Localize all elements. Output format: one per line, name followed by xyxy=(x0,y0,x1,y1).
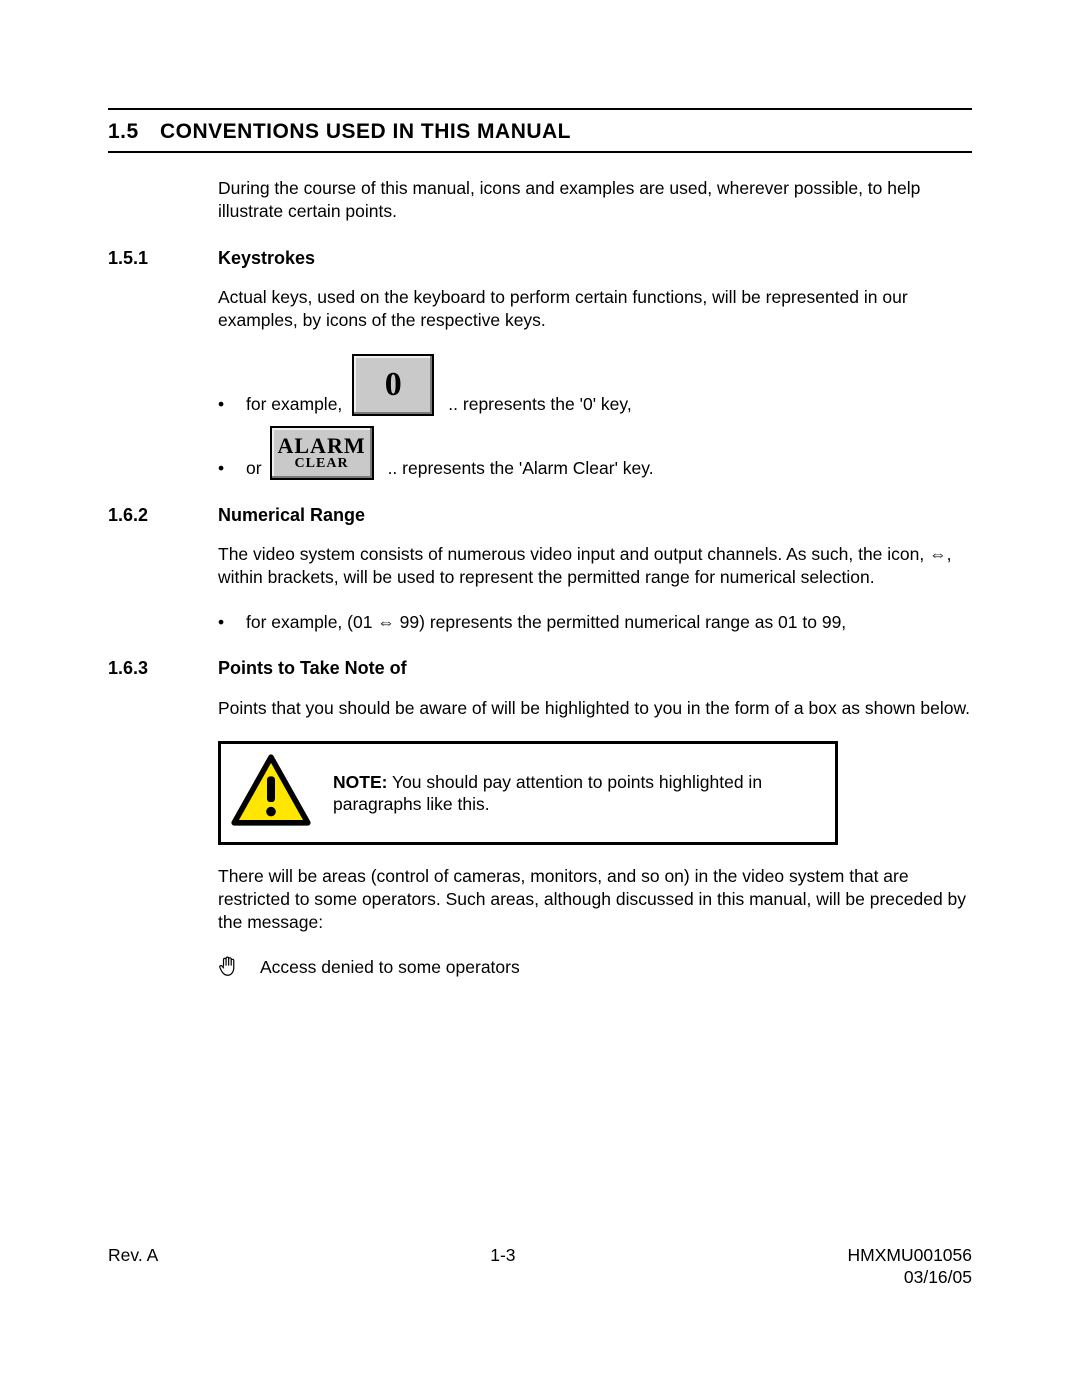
subsection-title: Keystrokes xyxy=(218,247,315,270)
stop-hand-icon xyxy=(218,955,240,979)
rule-bottom xyxy=(108,151,972,153)
access-denied-row: Access denied to some operators xyxy=(218,955,972,979)
footer-doc: HMXMU001056 xyxy=(848,1245,973,1265)
section-intro: During the course of this manual, icons … xyxy=(218,177,972,223)
note-body: You should pay attention to points highl… xyxy=(333,772,762,815)
note-box: NOTE: You should pay attention to points… xyxy=(218,741,838,845)
section-number: 1.5 xyxy=(108,118,160,145)
bullet-text-pre: for example, xyxy=(246,393,342,416)
subsection-number: 1.5.1 xyxy=(108,247,218,270)
bullet-icon: • xyxy=(218,611,246,634)
list-item: • for example, 0 .. represents the '0' k… xyxy=(218,354,972,416)
page: 1.5 CONVENTIONS USED IN THIS MANUAL Duri… xyxy=(0,0,1080,1397)
bullet-icon: • xyxy=(218,457,246,480)
subsection-title: Points to Take Note of xyxy=(218,657,407,680)
bullet-text-post: .. represents the '0' key, xyxy=(448,393,631,416)
bullet-icon: • xyxy=(218,393,246,416)
list-item: • for example, (01 ⇔ 99) represents the … xyxy=(218,611,972,634)
access-denied-text: Access denied to some operators xyxy=(260,956,520,979)
subsection-number: 1.6.3 xyxy=(108,657,218,680)
subsection-heading: 1.6.3 Points to Take Note of xyxy=(108,657,972,680)
after-note-para: There will be areas (control of cameras,… xyxy=(218,865,972,933)
subsection-title: Numerical Range xyxy=(218,504,365,527)
subsection-number: 1.6.2 xyxy=(108,504,218,527)
footer-center: 1-3 xyxy=(490,1244,515,1290)
zero-key-icon: 0 xyxy=(352,354,434,416)
bullet-text-pre: or xyxy=(246,457,262,480)
section-title: CONVENTIONS USED IN THIS MANUAL xyxy=(160,118,571,145)
subsection-heading: 1.5.1 Keystrokes xyxy=(108,247,972,270)
subsection-heading: 1.6.2 Numerical Range xyxy=(108,504,972,527)
subsection-para: The video system consists of numerous vi… xyxy=(218,543,972,589)
footer-right: HMXMU001056 03/16/05 xyxy=(848,1244,973,1290)
note-text: NOTE: You should pay attention to points… xyxy=(333,771,817,817)
rule-top xyxy=(108,108,972,110)
bullet-list: • for example, (01 ⇔ 99) represents the … xyxy=(218,611,972,634)
note-label: NOTE: xyxy=(333,772,387,792)
bullet-list: • for example, 0 .. represents the '0' k… xyxy=(218,354,972,480)
list-item: • or ALARM CLEAR .. represents the 'Alar… xyxy=(218,426,972,480)
footer-date: 03/16/05 xyxy=(904,1267,972,1287)
footer-left: Rev. A xyxy=(108,1244,158,1290)
section-heading: 1.5 CONVENTIONS USED IN THIS MANUAL xyxy=(108,118,972,145)
alarm-clear-key-icon: ALARM CLEAR xyxy=(270,426,374,480)
subsection-para: Actual keys, used on the keyboard to per… xyxy=(218,286,972,332)
bullet-text: for example, (01 ⇔ 99) represents the pe… xyxy=(246,611,846,634)
page-footer: Rev. A 1-3 HMXMU001056 03/16/05 xyxy=(108,1244,972,1290)
subsection-para: Points that you should be aware of will … xyxy=(218,697,972,720)
warning-triangle-icon xyxy=(231,754,311,832)
bullet-text-post: .. represents the 'Alarm Clear' key. xyxy=(388,457,654,480)
